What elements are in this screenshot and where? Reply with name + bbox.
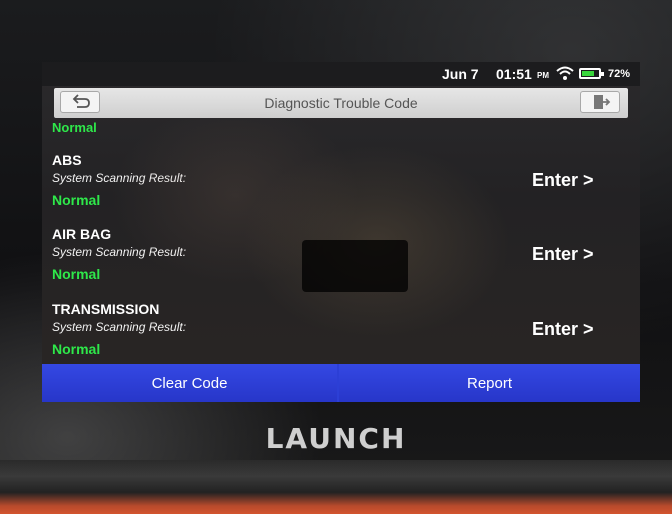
status-time: 01:51	[496, 66, 532, 82]
enter-button-transmission[interactable]: Enter >	[532, 319, 594, 340]
battery-percent: 72%	[608, 68, 631, 80]
system-subtitle: System Scanning Result:	[52, 320, 187, 334]
battery-icon	[579, 68, 604, 79]
exit-button[interactable]	[580, 91, 620, 113]
system-result: Normal	[52, 192, 101, 208]
title-bar: Diagnostic Trouble Code	[54, 88, 628, 118]
system-list: Normal ABS System Scanning Result: Norma…	[42, 118, 640, 362]
system-subtitle: System Scanning Result:	[52, 245, 187, 259]
list-item-abs: ABS System Scanning Result: Normal Enter…	[42, 152, 640, 226]
list-item-air-bag: AIR BAG System Scanning Result: Normal E…	[42, 226, 640, 300]
tablet-device: Jun 7 01:51 PM 72% Diagnostic Trouble Co…	[0, 0, 672, 514]
screen: Jun 7 01:51 PM 72% Diagnostic Trouble Co…	[42, 62, 640, 402]
enter-button-abs[interactable]: Enter >	[532, 170, 594, 191]
brand-logo: LAUNCH	[265, 422, 407, 455]
report-button[interactable]: Report	[339, 364, 640, 402]
previous-item-result: Normal	[52, 120, 97, 135]
enter-button-air-bag[interactable]: Enter >	[532, 244, 594, 265]
system-name: TRANSMISSION	[52, 301, 160, 317]
system-result: Normal	[52, 266, 101, 282]
status-bar: Jun 7 01:51 PM 72%	[42, 62, 640, 86]
system-subtitle: System Scanning Result:	[52, 171, 187, 185]
system-result: Normal	[52, 341, 101, 357]
exit-door-icon	[594, 95, 611, 109]
bottom-action-bar: Clear Code Report	[42, 364, 640, 402]
device-bezel	[0, 460, 672, 514]
clear-code-button[interactable]: Clear Code	[42, 364, 337, 402]
status-date: Jun 7	[442, 66, 479, 82]
page-title: Diagnostic Trouble Code	[264, 95, 418, 111]
system-name: AIR BAG	[52, 226, 112, 242]
wifi-icon	[556, 65, 574, 84]
system-name: ABS	[52, 152, 82, 168]
status-ampm: PM	[537, 71, 549, 80]
battery-fill	[582, 71, 594, 76]
